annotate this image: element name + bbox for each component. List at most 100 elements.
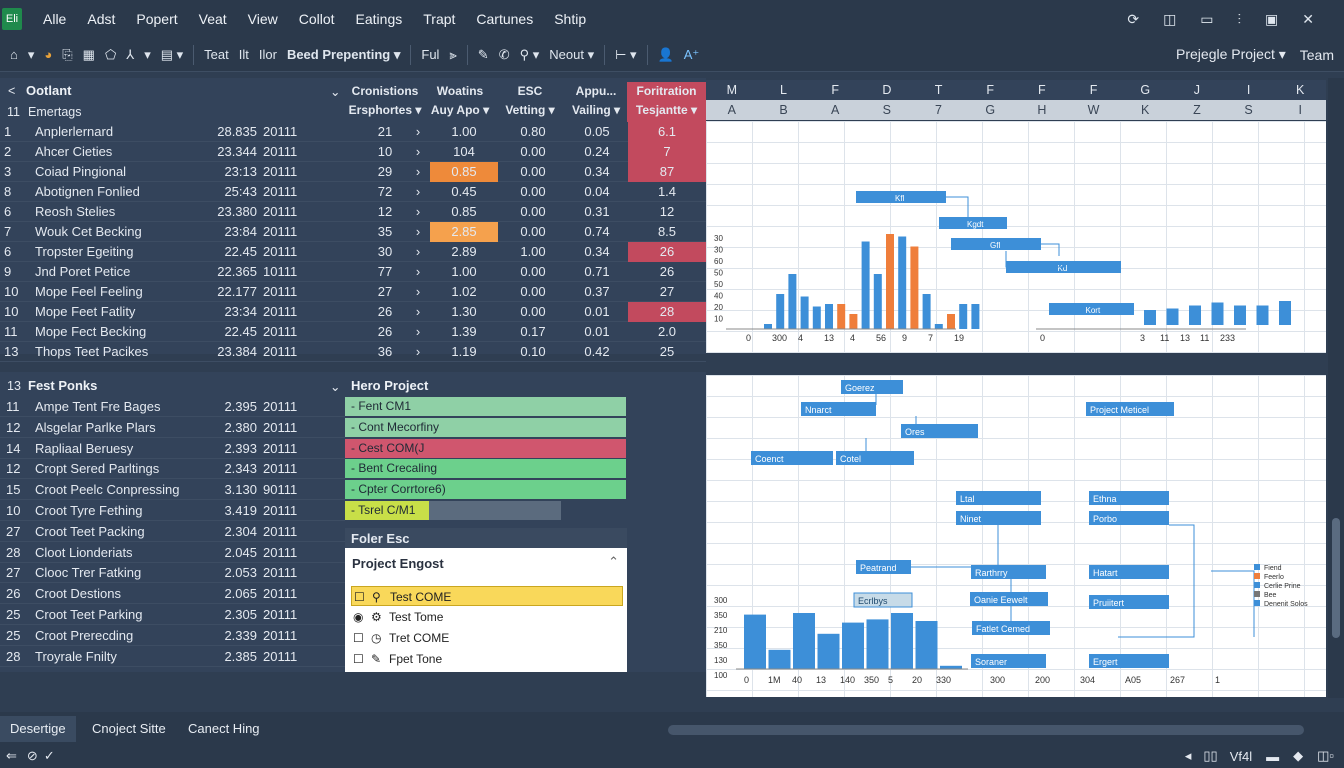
chevron-down-icon[interactable]: ▾: [28, 47, 35, 63]
table-row[interactable]: 9 Jnd Poret Petice 22.365 10111 77 › 1.00 0.00 0…: [0, 262, 706, 282]
status-bar-item[interactable]: - Tsrel C/M1: [345, 501, 561, 520]
table-row[interactable]: 8 Abotignen Fonlied 25:43 20111 72 › 0.45 0.00 0…: [0, 182, 706, 202]
column-letter[interactable]: S: [1223, 103, 1275, 117]
cell-c2[interactable]: 1.39: [430, 322, 498, 342]
expand-icon[interactable]: ›: [412, 182, 424, 202]
filter-icon[interactable]: ⫸: [449, 47, 456, 63]
dropdown-item[interactable]: ☐ ✎ Fpet Tone: [351, 649, 623, 669]
sheet-tab-3[interactable]: Canect Hing: [178, 716, 270, 742]
scroll-thumb[interactable]: [1332, 518, 1340, 638]
text-button[interactable]: Teat: [204, 47, 229, 62]
bars-button[interactable]: Ilt: [239, 47, 249, 62]
info-icon[interactable]: ⫶: [1238, 11, 1242, 28]
close-icon[interactable]: ✕: [1302, 11, 1314, 28]
cell-c2[interactable]: 2.89: [430, 242, 498, 262]
table-row[interactable]: 6 Tropster Egeiting 22.45 20111 30 › 2.89 1.00 0…: [0, 242, 706, 262]
cell-c3[interactable]: 0.17: [500, 322, 566, 342]
report-dropdown[interactable]: Beed Prepenting ▾: [287, 47, 400, 63]
cell-c2[interactable]: 1.02: [430, 282, 498, 302]
menu-cartunes[interactable]: Cartunes: [476, 11, 533, 27]
layout-icon[interactable]: ▤ ▾: [161, 47, 183, 63]
bar[interactable]: [817, 633, 840, 669]
cell-c4[interactable]: 0.34: [566, 162, 628, 182]
table-row[interactable]: 14 Rapliaal Beruesy 2.393 20111: [0, 439, 345, 459]
cell-c4[interactable]: 0.71: [566, 262, 628, 282]
table-row[interactable]: 10 Mope Feel Feeling 22.177 20111 27 › 1.02 0.0…: [0, 282, 706, 302]
expand-icon[interactable]: ›: [412, 342, 424, 362]
paint-icon[interactable]: ✎: [478, 47, 489, 63]
window-icon[interactable]: ▣: [1265, 11, 1278, 28]
bar[interactable]: [915, 621, 938, 669]
cell-c5[interactable]: 12: [628, 202, 706, 222]
table-row[interactable]: 11 Ampe Tent Fre Bages 2.395 20111: [0, 397, 345, 417]
table-row[interactable]: 15 Croot Peelc Conpressing 3.130 90111: [0, 480, 345, 501]
cell-c2[interactable]: 1.00: [430, 122, 498, 142]
vertical-scrollbar[interactable]: [1328, 78, 1344, 698]
cell-c4[interactable]: 0.42: [566, 342, 628, 362]
expand-icon[interactable]: ›: [412, 202, 424, 222]
cell-c3[interactable]: 0.00: [500, 142, 566, 162]
column-letter[interactable]: H: [1016, 103, 1068, 117]
column-letter[interactable]: A: [809, 103, 861, 117]
cell-c2[interactable]: 1.30: [430, 302, 498, 322]
expand-icon[interactable]: ›: [412, 322, 424, 342]
folder-header[interactable]: Foler Esc: [345, 528, 627, 548]
table-row[interactable]: 28 Cloot Lionderiats 2.045 20111: [0, 543, 345, 563]
column-letter[interactable]: I: [1223, 83, 1275, 97]
cell-c3[interactable]: 0.00: [500, 162, 566, 182]
minimize-icon[interactable]: ▭: [1200, 11, 1213, 28]
menu-shtip[interactable]: Shtip: [554, 11, 586, 27]
cell-c5[interactable]: 7: [628, 142, 706, 162]
table-row[interactable]: 11 Mope Fect Becking 22.45 20111 26 › 1.39 0.17…: [0, 322, 706, 342]
bar[interactable]: [873, 274, 882, 329]
layout-toggle-icon[interactable]: ◫▫: [1317, 748, 1334, 764]
table2-header[interactable]: 13 Fest Ponks ⌄: [0, 375, 345, 397]
cell-c5[interactable]: 2.0: [628, 322, 706, 342]
status-bar-item[interactable]: - Fent CM1: [345, 397, 626, 416]
expand-icon[interactable]: ›: [412, 142, 424, 162]
cell-c4[interactable]: 0.74: [566, 222, 628, 242]
menu-trapt[interactable]: Trapt: [423, 11, 455, 27]
status-bar-item[interactable]: - Cest COM(J: [345, 438, 626, 458]
bar[interactable]: [793, 613, 815, 669]
table-row[interactable]: 6 Reosh Stelies 23.380 20111 12 › 0.85 0.00 0.31…: [0, 202, 706, 222]
column-letter[interactable]: W: [1068, 103, 1120, 117]
cell-c3[interactable]: 0.00: [500, 302, 566, 322]
table-row[interactable]: 12 Cropt Sered Parltings 2.343 20111: [0, 459, 345, 480]
column-letter[interactable]: K: [1274, 83, 1326, 97]
column-letter[interactable]: F: [1016, 83, 1068, 97]
table-row[interactable]: 27 Croot Teet Packing 2.304 20111: [0, 522, 345, 542]
shape-icon[interactable]: ⬠: [105, 47, 116, 63]
status-bar-item[interactable]: - Cont Mecorfiny: [345, 417, 626, 437]
column-letter[interactable]: G: [1119, 83, 1171, 97]
table-row[interactable]: 25 Croot Prerecding 2.339 20111: [0, 626, 345, 646]
cell-c5[interactable]: 87: [628, 162, 706, 182]
expand-icon[interactable]: ›: [412, 242, 424, 262]
home-icon[interactable]: ⌂: [10, 47, 18, 62]
share-icon[interactable]: A⁺: [684, 47, 700, 63]
bar[interactable]: [1189, 305, 1201, 326]
bar[interactable]: [825, 304, 833, 329]
checkbox-icon[interactable]: ☐: [353, 628, 364, 648]
bar[interactable]: [744, 614, 766, 669]
bar[interactable]: [768, 649, 791, 669]
table-row[interactable]: 10 Croot Tyre Fething 3.419 20111: [0, 501, 345, 521]
pin-icon[interactable]: ⚲ ▾: [520, 47, 540, 63]
table-row[interactable]: 1 Anplerlernard 28.835 20111 21 › 1.00 0.80 0.05…: [0, 122, 706, 142]
cell-c3[interactable]: 0.00: [500, 182, 566, 202]
chart-color-icon[interactable]: ◕: [44, 47, 52, 62]
restore-icon[interactable]: ◫: [1163, 11, 1176, 28]
chevron-down-icon[interactable]: ⌄: [330, 84, 340, 99]
cell-c4[interactable]: 0.05: [566, 122, 628, 142]
bar[interactable]: [922, 294, 931, 329]
cell-c4[interactable]: 0.01: [566, 322, 628, 342]
bar[interactable]: [788, 274, 797, 329]
table-row[interactable]: 28 Troyrale Fnilty 2.385 20111: [0, 647, 345, 667]
table-row[interactable]: 10 Mope Feet Fatlity 23:34 20111 26 › 1.30 0.00…: [0, 302, 706, 322]
full-button[interactable]: Ful: [421, 47, 439, 62]
cell-c4[interactable]: 0.31: [566, 202, 628, 222]
menu-report[interactable]: Popert: [136, 11, 177, 27]
column-header[interactable]: Woatins Auy Apo ▾: [425, 82, 495, 122]
column-letter[interactable]: F: [964, 83, 1016, 97]
bar[interactable]: [1166, 308, 1179, 326]
